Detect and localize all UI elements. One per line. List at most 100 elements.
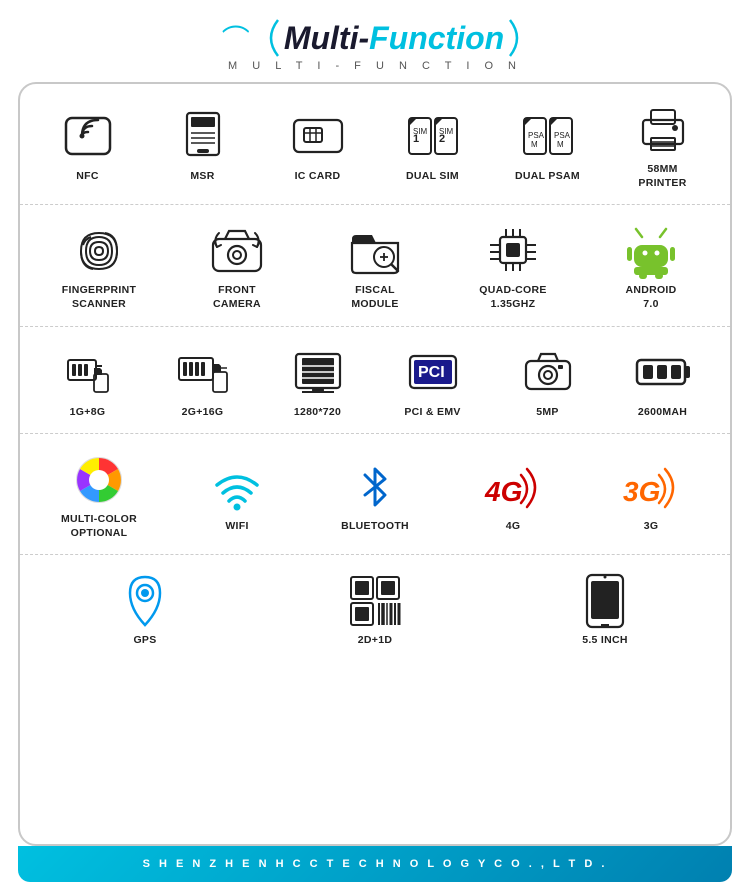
fiscal-module-label: FISCALMODULE bbox=[351, 284, 398, 311]
bluetooth-label: BLUETOOTH bbox=[341, 520, 409, 534]
resolution-label: 1280*720 bbox=[294, 406, 341, 420]
quad-core-label: QUAD-CORE1.35GHZ bbox=[479, 284, 546, 311]
feature-inch55: 5.5 INCH bbox=[525, 573, 685, 648]
2d1d-label: 2D+1D bbox=[358, 634, 392, 648]
feature-5mp: 5MP bbox=[490, 345, 605, 420]
dual-psam-icon: PSA M PSA M bbox=[518, 109, 578, 164]
page-title: Multi-Function bbox=[284, 20, 504, 57]
feature-row-3: 1G+8G 2G+16G bbox=[20, 327, 730, 435]
svg-text:M: M bbox=[557, 140, 564, 149]
header: ⌒ Multi-Function M U L T I - F U N C T I… bbox=[0, 0, 750, 82]
bracket-left: ⌒ bbox=[222, 18, 250, 58]
feature-2g16g: 2G+16G bbox=[145, 345, 260, 420]
feature-dual-psam: PSA M PSA M DUAL PSAM bbox=[490, 109, 605, 184]
2d1d-icon bbox=[345, 573, 405, 628]
feature-resolution: 1280*720 bbox=[260, 345, 375, 420]
feature-quad-core: QUAD-CORE1.35GHZ bbox=[444, 223, 582, 311]
inch55-icon bbox=[575, 573, 635, 628]
4g-icon: 4G bbox=[483, 459, 543, 514]
feature-printer: 58MMPRINTER bbox=[605, 102, 720, 190]
nfc-icon bbox=[58, 109, 118, 164]
svg-text:SIM: SIM bbox=[439, 127, 454, 136]
feature-row-1: NFC MSR bbox=[20, 84, 730, 205]
svg-text:PSA: PSA bbox=[528, 131, 545, 140]
nfc-label: NFC bbox=[76, 170, 98, 184]
3g-label: 3G bbox=[644, 520, 659, 534]
2g16g-label: 2G+16G bbox=[182, 406, 224, 420]
pci-emv-icon: PCI bbox=[403, 345, 463, 400]
gps-icon bbox=[115, 573, 175, 628]
feature-nfc: NFC bbox=[30, 109, 145, 184]
dual-sim-label: DUAL SIM bbox=[406, 170, 459, 184]
feature-3g: 3G 3G bbox=[582, 459, 720, 534]
1g8g-label: 1G+8G bbox=[70, 406, 106, 420]
svg-text:PCI: PCI bbox=[418, 364, 445, 381]
quad-core-icon bbox=[483, 223, 543, 278]
dual-psam-label: DUAL PSAM bbox=[515, 170, 580, 184]
feature-gps: GPS bbox=[65, 573, 225, 648]
dual-sim-icon: 1 SIM 2 SIM bbox=[403, 109, 463, 164]
battery-icon bbox=[633, 345, 693, 400]
feature-bluetooth: BLUETOOTH bbox=[306, 459, 444, 534]
main-box: NFC MSR bbox=[18, 82, 732, 846]
wifi-label: WIFI bbox=[225, 520, 248, 534]
feature-fiscal-module: FISCALMODULE bbox=[306, 223, 444, 311]
ram-small-icon bbox=[58, 345, 118, 400]
multicolor-label: MULTI-COLOROPTIONAL bbox=[61, 513, 137, 540]
inch55-label: 5.5 INCH bbox=[582, 634, 628, 648]
camera-icon bbox=[518, 345, 578, 400]
feature-row-5: GPS bbox=[20, 555, 730, 662]
feature-dual-sim: 1 SIM 2 SIM DUAL SIM bbox=[375, 109, 490, 184]
feature-2d1d: 2D+1D bbox=[295, 573, 455, 648]
5mp-label: 5MP bbox=[536, 406, 559, 420]
ic-card-label: IC CARD bbox=[295, 170, 341, 184]
4g-label: 4G bbox=[506, 520, 521, 534]
bracket-right-svg bbox=[506, 18, 528, 58]
svg-text:PSA: PSA bbox=[554, 131, 571, 140]
svg-text:4G: 4G bbox=[484, 476, 522, 507]
fiscal-module-icon bbox=[345, 223, 405, 278]
feature-pci-emv: PCI PCI & EMV bbox=[375, 345, 490, 420]
printer-icon bbox=[633, 102, 693, 157]
front-camera-label: FRONTCAMERA bbox=[213, 284, 261, 311]
ram-large-icon bbox=[173, 345, 233, 400]
feature-row-2: FINGERPRINTSCANNER bbox=[20, 205, 730, 326]
gps-label: GPS bbox=[133, 634, 156, 648]
ic-card-icon bbox=[288, 109, 348, 164]
title-row: ⌒ Multi-Function bbox=[0, 18, 750, 58]
feature-ic-card: IC CARD bbox=[260, 109, 375, 184]
bluetooth-icon bbox=[345, 459, 405, 514]
printer-label: 58MMPRINTER bbox=[638, 163, 686, 190]
resolution-icon bbox=[288, 345, 348, 400]
multicolor-icon bbox=[69, 452, 129, 507]
android-label: ANDROID7.0 bbox=[625, 284, 676, 311]
feature-1g8g: 1G+8G bbox=[30, 345, 145, 420]
feature-fingerprint: FINGERPRINTSCANNER bbox=[30, 223, 168, 311]
svg-text:3G: 3G bbox=[623, 476, 660, 507]
page-wrapper: ⌒ Multi-Function M U L T I - F U N C T I… bbox=[0, 0, 750, 882]
feature-battery: 2600MAH bbox=[605, 345, 720, 420]
fingerprint-label: FINGERPRINTSCANNER bbox=[62, 284, 136, 311]
front-camera-icon bbox=[207, 223, 267, 278]
feature-msr: MSR bbox=[145, 109, 260, 184]
footer: S H E N Z H E N H C C T E C H N O L O G … bbox=[18, 846, 732, 882]
wifi-icon bbox=[207, 459, 267, 514]
fingerprint-icon bbox=[69, 223, 129, 278]
feature-row-4: MULTI-COLOROPTIONAL WIFI bbox=[20, 434, 730, 555]
feature-4g: 4G 4G bbox=[444, 459, 582, 534]
feature-android: ANDROID7.0 bbox=[582, 223, 720, 311]
msr-icon bbox=[173, 109, 233, 164]
header-subtitle: M U L T I - F U N C T I O N bbox=[0, 60, 750, 72]
pci-emv-label: PCI & EMV bbox=[404, 406, 460, 420]
feature-multicolor: MULTI-COLOROPTIONAL bbox=[30, 452, 168, 540]
msr-label: MSR bbox=[190, 170, 214, 184]
android-icon bbox=[621, 223, 681, 278]
svg-text:SIM: SIM bbox=[413, 127, 428, 136]
feature-wifi: WIFI bbox=[168, 459, 306, 534]
feature-front-camera: FRONTCAMERA bbox=[168, 223, 306, 311]
footer-text: S H E N Z H E N H C C T E C H N O L O G … bbox=[143, 858, 608, 870]
battery-label: 2600MAH bbox=[638, 406, 687, 420]
3g-icon: 3G bbox=[621, 459, 681, 514]
bracket-left-svg bbox=[260, 18, 282, 58]
svg-text:M: M bbox=[531, 140, 538, 149]
